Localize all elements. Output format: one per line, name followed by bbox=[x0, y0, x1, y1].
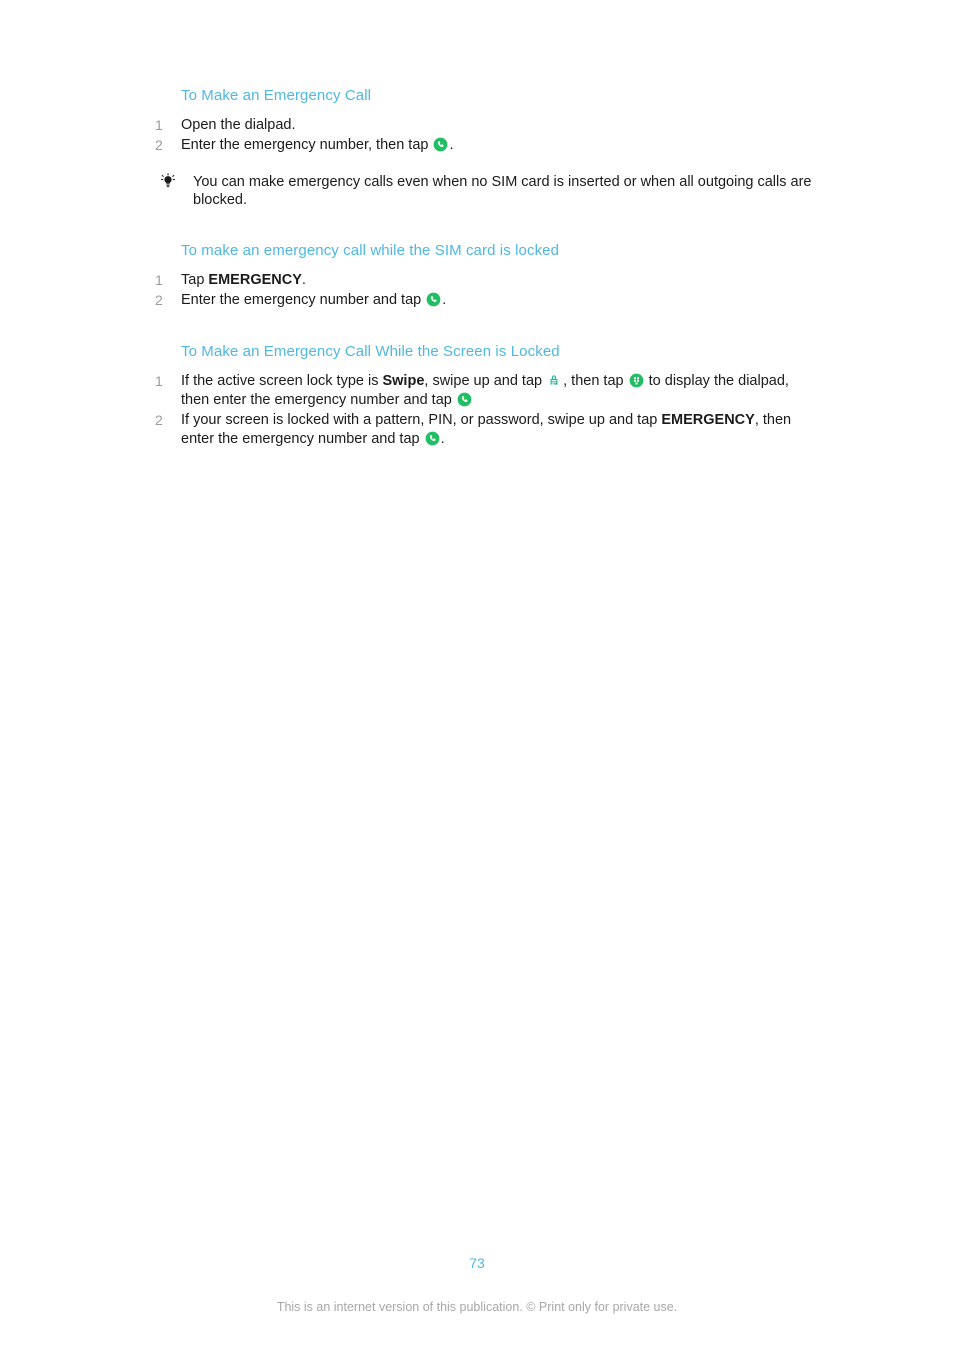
call-icon bbox=[457, 392, 472, 407]
step-text-pre: Open the dialpad. bbox=[181, 117, 296, 133]
step-text-post: . bbox=[442, 292, 447, 308]
section-heading: To Make an Emergency Call bbox=[181, 87, 372, 104]
section-heading: To Make an Emergency Call While the Scre… bbox=[181, 343, 560, 360]
step-text-pre: Enter the emergency number and tap bbox=[181, 292, 426, 308]
step-text: Enter the emergency number, then tap . bbox=[181, 136, 815, 155]
list-item: 1 Tap EMERGENCY. bbox=[155, 271, 815, 290]
emphasis-emergency-label: EMERGENCY bbox=[661, 412, 755, 428]
step-text-part1: If your screen is locked with a pattern,… bbox=[181, 412, 662, 428]
section-emergency-call-sim-locked: To make an emergency call while the SIM … bbox=[155, 241, 815, 310]
dialpad-icon bbox=[629, 373, 644, 388]
list-item: 2 If your screen is locked with a patter… bbox=[155, 411, 815, 449]
step-text: Tap EMERGENCY. bbox=[181, 271, 815, 290]
section-heading: To make an emergency call while the SIM … bbox=[181, 242, 560, 259]
tip-text: You can make emergency calls even when n… bbox=[193, 174, 812, 208]
document-page: To Make an Emergency Call 1 Open the dia… bbox=[0, 0, 954, 1350]
step-text-post: . bbox=[301, 272, 306, 288]
step-text-pre: Tap bbox=[181, 272, 209, 288]
emphasis-emergency-label: EMERGENCY bbox=[208, 272, 302, 288]
call-icon bbox=[426, 292, 441, 307]
footer-note: This is an internet version of this publ… bbox=[276, 1300, 678, 1314]
step-text: Open the dialpad. bbox=[181, 116, 815, 135]
call-icon bbox=[433, 137, 448, 152]
emphasis-swipe-label: Swipe bbox=[382, 373, 425, 389]
step-text-post: . bbox=[449, 137, 454, 153]
step-number: 1 bbox=[155, 117, 163, 133]
step-text-part1: If the active screen lock type is bbox=[181, 373, 383, 389]
list-item: 2 Enter the emergency number and tap . bbox=[155, 291, 815, 310]
call-icon bbox=[425, 431, 440, 446]
step-number: 1 bbox=[155, 272, 163, 288]
step-text: If the active screen lock type is Swipe,… bbox=[181, 372, 815, 410]
step-list: 1 Open the dialpad. 2 Enter the emergenc… bbox=[155, 116, 815, 155]
list-item: 2 Enter the emergency number, then tap . bbox=[155, 136, 815, 155]
step-number: 1 bbox=[155, 373, 163, 389]
step-text: Enter the emergency number and tap . bbox=[181, 291, 815, 310]
section-emergency-call-screen-locked: To Make an Emergency Call While the Scre… bbox=[155, 342, 815, 449]
step-text-part3: , then tap bbox=[563, 373, 628, 389]
page-content: To Make an Emergency Call 1 Open the dia… bbox=[155, 86, 815, 450]
tip-callout: You can make emergency calls even when n… bbox=[155, 173, 815, 209]
emergency-lock-icon bbox=[547, 373, 562, 388]
list-item: 1 If the active screen lock type is Swip… bbox=[155, 372, 815, 410]
lightbulb-tip-icon bbox=[159, 173, 177, 191]
page-number: 73 bbox=[469, 1255, 485, 1271]
step-text-part3: . bbox=[440, 431, 445, 447]
step-number: 2 bbox=[155, 292, 163, 308]
step-number: 2 bbox=[155, 412, 163, 428]
step-text-part2: , swipe up and tap bbox=[424, 373, 547, 389]
step-list: 1 Tap EMERGENCY. 2 Enter the emergency n… bbox=[155, 271, 815, 310]
step-list: 1 If the active screen lock type is Swip… bbox=[155, 372, 815, 449]
list-item: 1 Open the dialpad. bbox=[155, 116, 815, 135]
section-make-emergency-call: To Make an Emergency Call 1 Open the dia… bbox=[155, 86, 815, 209]
step-number: 2 bbox=[155, 137, 163, 153]
step-text: If your screen is locked with a pattern,… bbox=[181, 411, 815, 449]
step-text-pre: Enter the emergency number, then tap bbox=[181, 137, 433, 153]
